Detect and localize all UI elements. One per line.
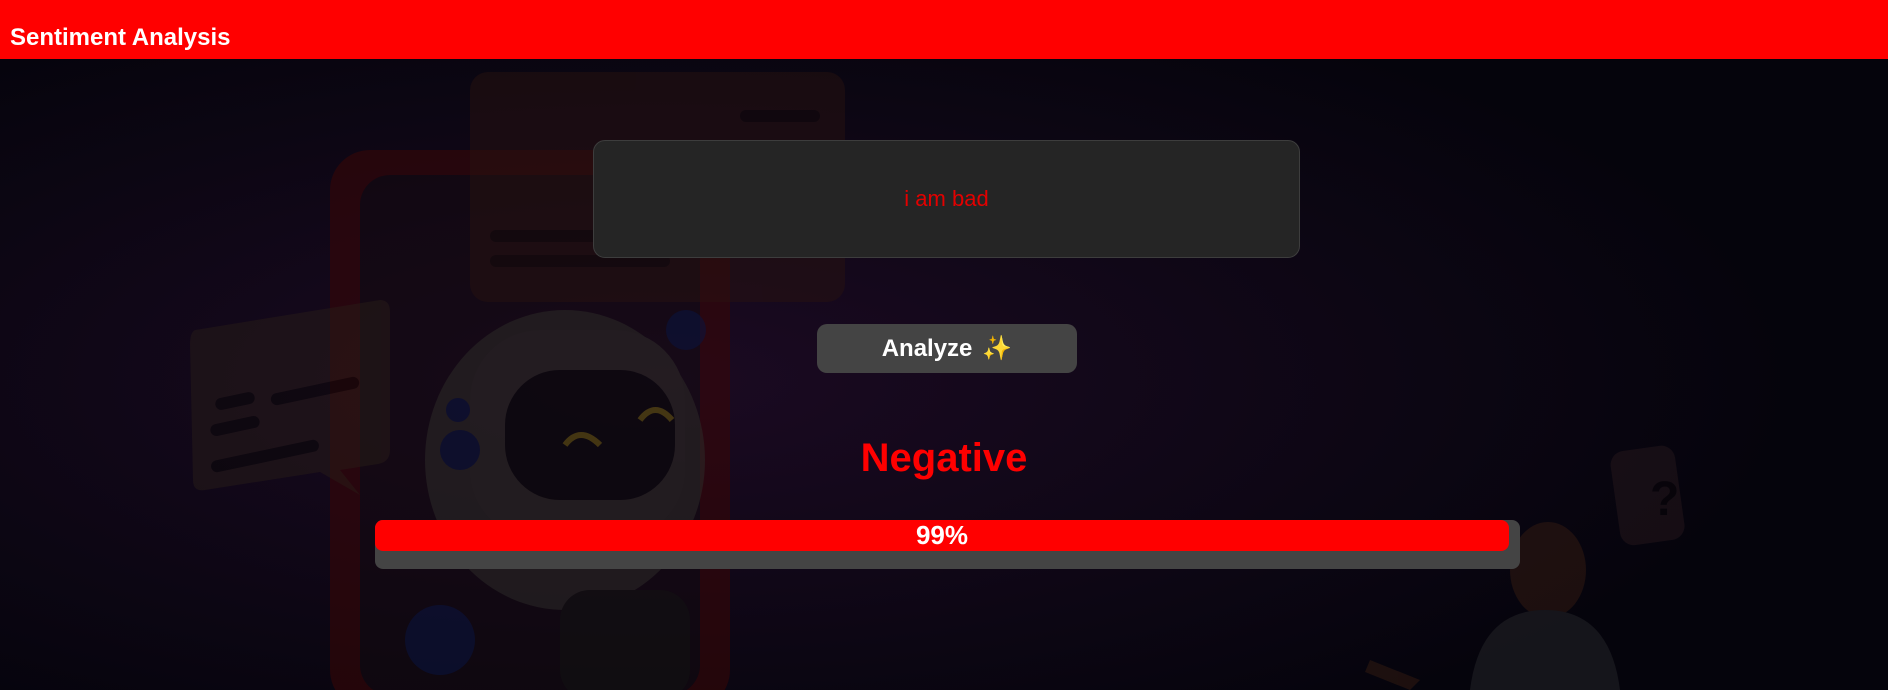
- analyze-button-label: Analyze: [881, 334, 973, 362]
- sentiment-result-label: Negative: [860, 436, 1028, 480]
- analyze-button[interactable]: Analyze ✨: [817, 324, 1077, 373]
- confidence-progress-bar: 99%: [375, 520, 1520, 569]
- app-title: Sentiment Analysis: [10, 24, 231, 51]
- input-text-value: i am bad: [904, 186, 989, 211]
- confidence-percent-text: 99%: [915, 520, 969, 550]
- sentiment-text-input[interactable]: i am bad: [593, 140, 1300, 258]
- app-header: Sentiment Analysis: [0, 0, 1888, 59]
- robot-illustration: [405, 310, 706, 690]
- sparkles-icon: ✨: [982, 334, 1013, 362]
